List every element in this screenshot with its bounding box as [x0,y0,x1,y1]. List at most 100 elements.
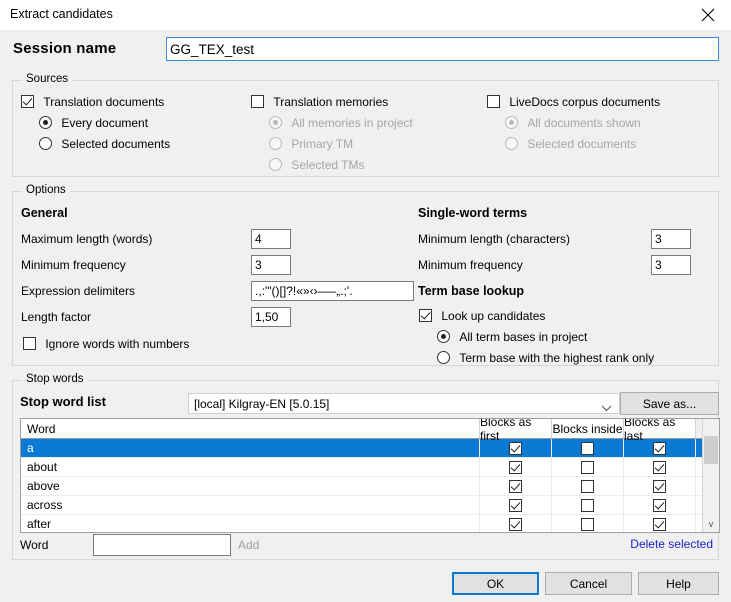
cell-blocks-as-last[interactable] [624,477,696,495]
stop-word-list-value: [local] Kilgray-EN [5.0.15] [194,397,329,411]
checkbox-livedocs-corpus-documents[interactable]: LiveDocs corpus documents [487,95,660,109]
save-as-button[interactable]: Save as... [620,392,719,415]
checkbox-icon [653,499,666,512]
table-header-row: Word Blocks as first Blocks inside Block… [21,419,719,439]
cell-blocks-inside[interactable] [552,496,624,514]
sources-group: Sources Translation documents Every docu… [12,80,719,177]
radio-label: All term bases in project [459,330,587,344]
checkbox-ignore-words-with-numbers[interactable]: Ignore words with numbers [23,337,189,351]
checkbox-label: LiveDocs corpus documents [509,95,660,109]
add-button[interactable]: Add [238,538,259,552]
length-factor-input[interactable] [251,307,291,327]
cell-blocks-inside[interactable] [552,515,624,533]
checkbox-icon [581,461,594,474]
cell-blocks-inside[interactable] [552,439,624,457]
checkbox-translation-memories[interactable]: Translation memories [251,95,388,109]
radio-icon [437,351,450,364]
window-title: Extract candidates [10,7,113,21]
cell-word: about [21,458,480,476]
swt-min-length-input[interactable] [651,229,691,249]
sources-legend: Sources [22,73,72,85]
column-header-blocks-inside: Blocks inside [552,419,624,438]
max-length-input[interactable] [251,229,291,249]
scroll-down-icon[interactable]: v [703,515,719,532]
help-button[interactable]: Help [638,572,719,595]
radio-label: All memories in project [291,116,412,130]
session-name-input[interactable] [166,37,719,61]
cell-blocks-inside[interactable] [552,458,624,476]
column-header-word: Word [21,419,480,438]
max-length-label: Maximum length (words) [21,232,152,246]
single-word-terms-heading: Single-word terms [418,206,527,220]
table-row[interactable]: after [21,515,719,533]
scrollbar-thumb[interactable] [704,436,718,464]
checkbox-icon [509,442,522,455]
cell-word: a [21,439,480,457]
radio-all-term-bases-in-project[interactable]: All term bases in project [437,330,587,344]
radio-selected-tms: Selected TMs [269,158,365,172]
radio-icon [505,116,518,129]
checkbox-icon [581,442,594,455]
radio-livedocs-selected-documents: Selected documents [505,137,636,151]
cell-blocks-as-first[interactable] [480,477,552,495]
checkbox-icon [487,95,500,108]
min-frequency-input[interactable] [251,255,291,275]
checkbox-icon [21,95,34,108]
radio-label: Selected documents [61,137,170,151]
cell-word: across [21,496,480,514]
swt-min-frequency-input[interactable] [651,255,691,275]
checkbox-icon [251,95,264,108]
radio-icon [269,116,282,129]
stop-word-list-label: Stop word list [20,394,106,409]
term-base-lookup-heading: Term base lookup [418,284,524,298]
table-row[interactable]: about [21,458,719,477]
radio-label: Primary TM [291,137,353,151]
radio-label: Selected TMs [291,158,364,172]
stop-words-legend: Stop words [22,373,88,385]
table-row[interactable]: a [21,439,719,458]
expression-delimiters-input[interactable] [251,281,414,301]
checkbox-label: Ignore words with numbers [45,337,189,351]
cell-word: after [21,515,480,533]
word-input[interactable] [93,534,231,556]
cell-blocks-as-first[interactable] [480,458,552,476]
cell-blocks-as-first[interactable] [480,515,552,533]
radio-term-base-highest-rank-only[interactable]: Term base with the highest rank only [437,351,654,365]
table-scrollbar[interactable]: v [702,419,719,532]
checkbox-look-up-candidates[interactable]: Look up candidates [419,309,545,323]
checkbox-translation-documents[interactable]: Translation documents [21,95,164,109]
cell-blocks-as-last[interactable] [624,496,696,514]
cell-blocks-as-first[interactable] [480,496,552,514]
checkbox-icon [509,480,522,493]
radio-icon [437,330,450,343]
radio-selected-documents[interactable]: Selected documents [39,137,170,151]
ok-button[interactable]: OK [452,572,539,595]
checkbox-icon [23,337,36,350]
radio-label: All documents shown [527,116,640,130]
cell-blocks-inside[interactable] [552,477,624,495]
cell-word: above [21,477,480,495]
radio-label: Every document [61,116,148,130]
radio-icon [39,137,52,150]
checkbox-icon [653,442,666,455]
checkbox-icon [509,461,522,474]
cell-blocks-as-last[interactable] [624,439,696,457]
radio-every-document[interactable]: Every document [39,116,148,130]
checkbox-label: Look up candidates [441,309,545,323]
table-row[interactable]: across [21,496,719,515]
cell-blocks-as-last[interactable] [624,458,696,476]
cell-blocks-as-last[interactable] [624,515,696,533]
radio-icon [269,158,282,171]
options-group: Options General Maximum length (words) M… [12,191,719,366]
stop-word-list-select[interactable]: [local] Kilgray-EN [5.0.15] [188,393,620,414]
close-icon[interactable] [685,0,731,30]
radio-all-memories-in-project: All memories in project [269,116,413,130]
checkbox-icon [653,461,666,474]
cell-blocks-as-first[interactable] [480,439,552,457]
column-header-blocks-as-last: Blocks as last [624,419,696,438]
table-row[interactable]: above [21,477,719,496]
radio-primary-tm: Primary TM [269,137,353,151]
delete-selected-link[interactable]: Delete selected [630,537,713,551]
chevron-down-icon [601,401,612,415]
cancel-button[interactable]: Cancel [545,572,632,595]
